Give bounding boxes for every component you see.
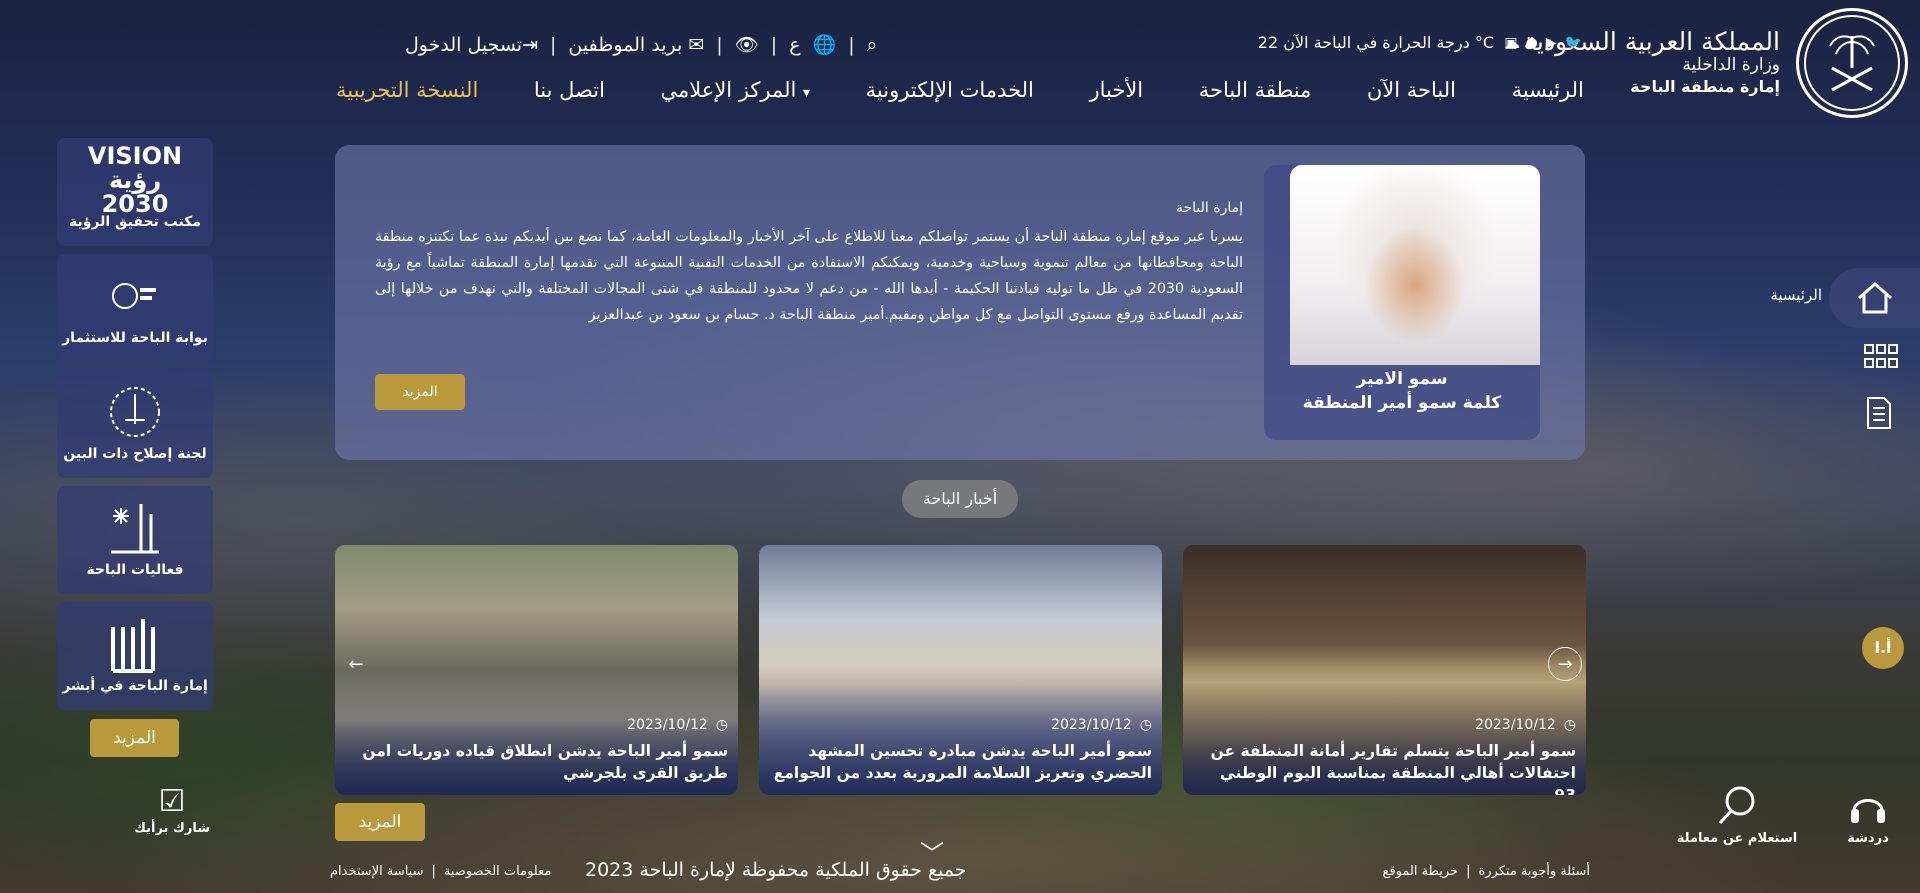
- usage-policy-link[interactable]: سياسة الإستخدام: [330, 864, 424, 879]
- clock-icon: ◷: [1139, 717, 1152, 733]
- main-nav: الرئيسية الباحة الآن منطقة الباحة الأخبا…: [336, 78, 1584, 102]
- news-date: 2023/10/12 ◷: [627, 717, 728, 733]
- intro-more-button[interactable]: المزيد: [375, 374, 465, 410]
- eye-icon[interactable]: 👁: [735, 33, 759, 56]
- wreath-icon: [95, 384, 175, 440]
- vision-office-card[interactable]: VISION رؤية 2030 مكتب تحقيق الرؤية: [57, 138, 213, 246]
- next-arrow-icon[interactable]: →: [1548, 647, 1582, 681]
- news-card[interactable]: 2023/10/12 ◷ سمو أمير الباحة يدشن مبادرة …: [759, 545, 1162, 795]
- envelope-icon: ✉: [688, 33, 705, 56]
- news-title: سمو أمير الباحة يدشن مبادرة تحسين المشهد…: [773, 742, 1152, 795]
- home-icon: [1857, 282, 1892, 314]
- intro-text: يسرنا عبر موقع إمارة منطقة الباحة أن يست…: [375, 229, 1244, 323]
- snapchat-icon[interactable]: ●: [1526, 35, 1538, 51]
- nav-item-news[interactable]: الأخبار: [1089, 78, 1143, 102]
- governor-caption[interactable]: سمو الامير كلمة سمو أمير المنطقة: [1264, 368, 1540, 416]
- governor-photo: [1290, 165, 1540, 365]
- fireworks-icon: [95, 500, 175, 556]
- caret-down-icon: ▾: [803, 85, 811, 101]
- nav-item-baha-now[interactable]: الباحة الآن: [1367, 78, 1456, 102]
- nav-item-eservices[interactable]: الخدمات الإلكترونية: [866, 78, 1034, 102]
- search-icon: [1718, 786, 1755, 825]
- absher-logo-icon: [95, 616, 175, 673]
- sitemap-link[interactable]: خريطة الموقع: [1383, 864, 1459, 879]
- language-toggle[interactable]: ع: [789, 34, 800, 56]
- card-label: فعاليات الباحة: [86, 562, 184, 578]
- nav-item-media-center[interactable]: المركز الإعلامي ▾: [661, 78, 811, 102]
- events-card[interactable]: فعاليات الباحة: [57, 486, 213, 594]
- news-more-button[interactable]: المزيد: [335, 803, 425, 841]
- privacy-link[interactable]: معلومات الخصوصية: [444, 864, 551, 879]
- document-icon[interactable]: [1866, 396, 1892, 434]
- prev-arrow-icon[interactable]: ←: [339, 647, 373, 681]
- news-card[interactable]: 2023/10/12 ◷ سمو أمير الباحة يتسلم تقارير…: [1183, 545, 1586, 795]
- investment-portal-card[interactable]: بوابة الباحة للاستثمار: [57, 254, 213, 362]
- investment-logo-icon: [95, 268, 175, 324]
- twitter-icon[interactable]: 🐦: [1565, 35, 1582, 51]
- weather-widget: درجة الحرارة في الباحة الآن 22 °C ☁: [1258, 33, 1520, 52]
- news-heading: أخبار الباحة: [902, 480, 1018, 518]
- card-label: بوابة الباحة للاستثمار: [62, 330, 208, 346]
- footer-right-links: أسئلة وأجوبة متكررة | خريطة الموقع: [1382, 864, 1590, 879]
- copyright: جميع حقوق الملكية محفوظة لإمارة الباحة 2…: [585, 859, 967, 881]
- transaction-inquiry-link[interactable]: استعلام عن معاملة: [1672, 785, 1802, 846]
- youtube-icon[interactable]: ▶: [1546, 35, 1557, 51]
- globe-icon[interactable]: 🌐: [813, 33, 837, 56]
- clock-icon: ◷: [1563, 717, 1576, 733]
- intro-title: إمارة الباحة: [1175, 200, 1243, 216]
- weather-text: درجة الحرارة في الباحة الآن 22 °C: [1257, 33, 1494, 52]
- feedback-link[interactable]: ☑ شارك برأيك: [134, 784, 210, 837]
- card-label: إمارة الباحة في أبشر: [62, 678, 208, 694]
- card-label: لجنة إصلاح ذات البين: [63, 446, 207, 462]
- chat-link[interactable]: دردشة: [1840, 787, 1896, 846]
- news-title: سمو أمير الباحة يدشن انطلاق قياده دوريات…: [362, 742, 728, 782]
- nav-item-home[interactable]: الرئيسية: [1512, 78, 1584, 102]
- card-label: مكتب تحقيق الرؤية: [68, 214, 202, 230]
- login-icon: ⇥: [522, 33, 538, 56]
- faq-link[interactable]: أسئلة وأجوبة متكررة: [1478, 864, 1590, 879]
- side-home-label: الرئيسية: [1770, 286, 1822, 304]
- nav-item-beta[interactable]: النسخة التجريبية: [336, 78, 478, 102]
- palm-swords-icon: [1829, 35, 1875, 92]
- news-date: 2023/10/12 ◷: [1051, 717, 1152, 733]
- login-link[interactable]: ⇥تسجيل الدخول: [405, 34, 538, 56]
- cloud-icon: ☁: [1504, 33, 1520, 52]
- left-more-button[interactable]: المزيد: [90, 719, 179, 757]
- employee-mail-link[interactable]: ✉ بريد الموظفين: [568, 34, 704, 56]
- news-date: 2023/10/12 ◷: [1475, 717, 1576, 733]
- absher-card[interactable]: إمارة الباحة في أبشر: [57, 602, 213, 710]
- search-icon[interactable]: ⌕: [867, 34, 878, 56]
- news-card[interactable]: 2023/10/12 ◷ سمو أمير الباحة يدشن انطلاق …: [335, 545, 738, 795]
- accessibility-badge[interactable]: أ.ا: [1862, 627, 1904, 669]
- emblem-logo[interactable]: [1796, 8, 1908, 118]
- logo-ministry: وزارة الداخلية: [1682, 54, 1780, 75]
- news-title: سمو أمير الباحة يتسلم تقارير أمانة المنط…: [1210, 742, 1576, 795]
- vision-2030-icon: VISION رؤية 2030: [87, 142, 183, 218]
- side-home-button[interactable]: [1829, 268, 1920, 328]
- clock-icon: ◷: [715, 717, 728, 733]
- top-utility-bar: ⌕ | 🌐 ع | 👁 | ✉ بريد الموظفين | ⇥تسجيل ا…: [405, 33, 878, 57]
- nav-item-region[interactable]: منطقة الباحة: [1199, 78, 1312, 102]
- footer-left-links: معلومات الخصوصية | سياسة الإستخدام: [330, 864, 552, 879]
- headset-icon: [1851, 799, 1885, 823]
- nav-item-contact[interactable]: اتصل بنا: [534, 78, 605, 102]
- grid-apps-icon[interactable]: [1864, 344, 1900, 374]
- survey-icon: ☑: [158, 784, 186, 819]
- reconciliation-card[interactable]: لجنة إصلاح ذات البين: [57, 370, 213, 478]
